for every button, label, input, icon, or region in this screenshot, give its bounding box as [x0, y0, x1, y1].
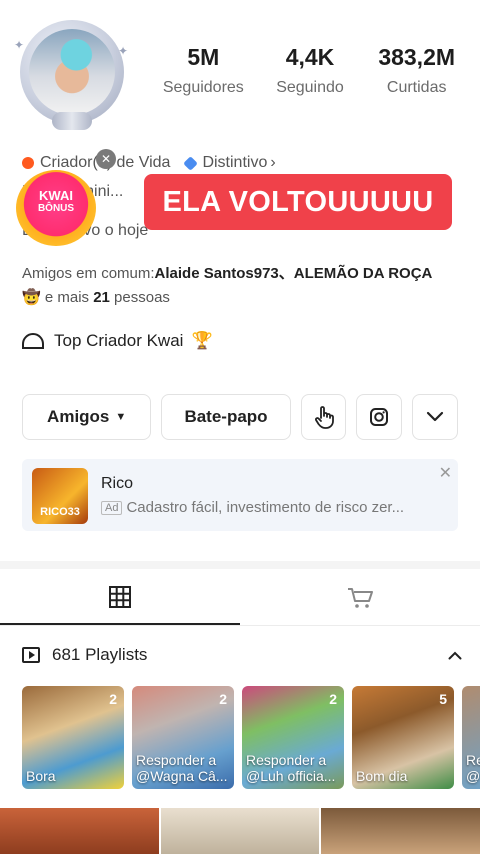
section-divider — [0, 561, 480, 569]
badge-link[interactable]: Distintivo › — [183, 154, 276, 172]
kwai-bonus-floating-button[interactable]: KWAI BÔNUS — [16, 170, 96, 246]
mutual-and-more: e mais — [40, 289, 94, 306]
mutual-friends[interactable]: Amigos em comum:Alaide Santos973、ALEMÃO … — [22, 262, 472, 310]
chevron-up-icon[interactable] — [448, 647, 462, 663]
playlist-title: Responder a @Luh officia... — [246, 752, 336, 784]
poke-button[interactable] — [300, 394, 347, 440]
playlist-video-count: 5 — [439, 691, 447, 707]
playlist-video-count: 2 — [329, 691, 337, 707]
close-icon[interactable]: ✕ — [96, 149, 116, 169]
badge-icon — [183, 155, 199, 171]
hand-tap-icon — [314, 406, 334, 429]
chevron-down-icon — [426, 411, 444, 422]
more-options-button[interactable] — [412, 394, 458, 440]
mutual-count: 21 — [93, 289, 110, 306]
mutual-names: Alaide Santos973、ALEMÃO DA ROÇA — [154, 265, 433, 282]
likes-label: Curtidas — [386, 79, 447, 96]
instagram-icon — [370, 408, 389, 426]
playlist-icon — [22, 647, 40, 663]
video-thumbnail[interactable] — [160, 808, 320, 854]
profile-stats: 5M Seguidores 4,4K Seguindo 383,2M Curti… — [150, 44, 470, 97]
playlist-title: Re @ — [466, 752, 480, 784]
close-icon[interactable]: ✕ — [439, 463, 452, 483]
following-count: 4,4K — [285, 44, 335, 70]
kwai-bonus-title: KWAI — [39, 188, 73, 203]
trophy-icon: 🏆 — [191, 331, 213, 350]
playlist-card[interactable]: 5 Bom dia — [352, 686, 454, 789]
stat-following[interactable]: 4,4K Seguindo — [257, 44, 364, 97]
video-thumbnail[interactable] — [321, 808, 480, 854]
star-icon: ✦ — [14, 38, 25, 52]
badge-label: Distintivo — [202, 154, 268, 171]
friends-button[interactable]: Amigos ▼ — [22, 394, 152, 440]
profile-avatar[interactable]: ✦ ✦ — [14, 14, 130, 134]
creator-icon — [22, 157, 34, 169]
chevron-down-icon: ▼ — [115, 411, 127, 423]
mutual-prefix: Amigos em comum: — [22, 265, 155, 282]
playlists-header[interactable]: 681 Playlists — [22, 645, 462, 665]
cart-icon — [348, 588, 373, 608]
playlist-title: Bora — [26, 768, 56, 784]
playlist-video-count: 2 — [109, 691, 117, 707]
video-thumbnail[interactable] — [0, 808, 159, 854]
playlist-title: Bom dia — [356, 768, 408, 784]
grid-icon — [109, 586, 131, 608]
likes-count: 383,2M — [378, 44, 456, 70]
tab-shop[interactable] — [240, 571, 480, 625]
chat-button-label: Bate-papo — [184, 407, 268, 426]
top-creator-label: Top Criador Kwai — [54, 331, 184, 350]
sponsored-ad[interactable]: RICO33 Rico Ad Cadastro fácil, investime… — [22, 459, 458, 531]
stat-likes[interactable]: 383,2M Curtidas — [363, 44, 470, 97]
ad-description: Cadastro fácil, investimento de risco ze… — [126, 499, 405, 516]
overlay-banner: ELA VOLTOUUUUU — [144, 174, 452, 230]
playlists-count: 681 Playlists — [52, 645, 148, 664]
playlist-title: Responder a @Wagna Câ... — [136, 752, 228, 784]
tabs-divider — [0, 625, 480, 626]
kwai-bonus-subtitle: BÔNUS — [37, 203, 75, 214]
playlist-card[interactable]: Re @ — [462, 686, 480, 789]
playlist-card[interactable]: 2 Responder a @Wagna Câ... — [132, 686, 234, 789]
instagram-button[interactable] — [356, 394, 403, 440]
top-creator-row[interactable]: Top Criador Kwai 🏆 — [22, 331, 213, 351]
avatar-photo — [29, 29, 115, 115]
playlist-video-count: 2 — [219, 691, 227, 707]
following-label: Seguindo — [276, 79, 344, 96]
mutual-suffix: pessoas — [109, 289, 170, 306]
stat-followers[interactable]: 5M Seguidores — [150, 44, 257, 97]
playlist-carousel: 2 Bora 2 Responder a @Wagna Câ... 2 Resp… — [22, 686, 480, 789]
star-icon: ✦ — [118, 44, 129, 58]
cowboy-emoji-icon: 🤠 — [22, 289, 41, 306]
playlist-card[interactable]: 2 Responder a @Luh officia... — [242, 686, 344, 789]
followers-count: 5M — [187, 44, 220, 70]
ad-title: Rico — [101, 475, 134, 492]
avatar-rank-badge — [52, 112, 92, 130]
ad-description-row: Ad Cadastro fácil, investimento de risco… — [101, 499, 404, 516]
followers-label: Seguidores — [162, 79, 244, 96]
friends-button-label: Amigos — [47, 407, 110, 426]
profile-actions: Amigos ▼ Bate-papo — [22, 394, 458, 440]
chat-button[interactable]: Bate-papo — [161, 394, 291, 440]
dome-icon — [22, 333, 44, 349]
chevron-right-icon: › — [270, 154, 276, 171]
ad-tag: Ad — [101, 500, 123, 515]
video-grid-preview — [0, 808, 480, 854]
ad-thumbnail: RICO33 — [32, 468, 88, 524]
playlist-card[interactable]: 2 Bora — [22, 686, 124, 789]
tab-posts-grid[interactable] — [0, 571, 240, 625]
